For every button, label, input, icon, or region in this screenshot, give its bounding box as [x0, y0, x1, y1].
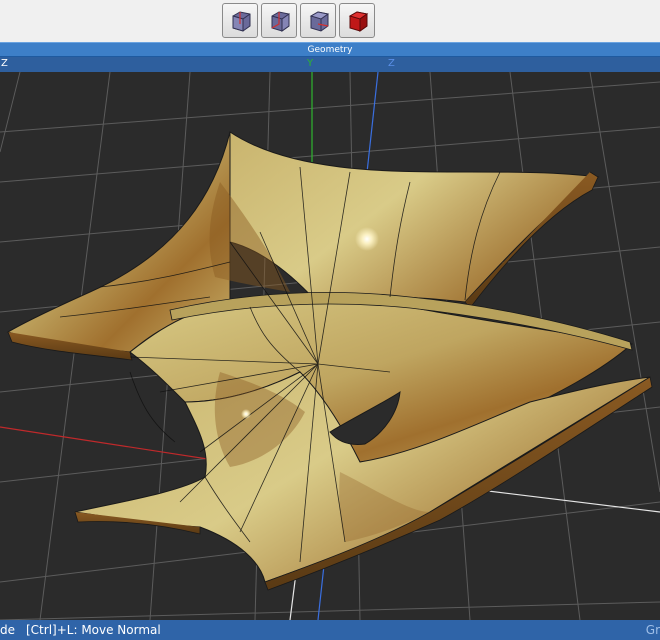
panel-titlebar: Geometry [0, 42, 660, 57]
view-solid-button[interactable] [339, 3, 375, 38]
viewport-canvas[interactable] [0, 71, 660, 621]
view-toolbar [0, 0, 660, 43]
view-top-button[interactable] [300, 3, 336, 38]
axis-x-positive-line [479, 489, 660, 513]
surface-model[interactable] [6, 131, 653, 591]
cube-view-side-icon [271, 11, 290, 32]
axis-y-label: Y [307, 58, 314, 69]
cube-view-front-icon [232, 11, 251, 32]
status-right-text: Gr [645, 623, 660, 637]
panel-title: Geometry [307, 45, 353, 55]
status-mode-text: de [0, 623, 15, 637]
status-bar: de [Ctrl]+L: Move Normal Gr [0, 620, 660, 640]
view-side-button[interactable] [261, 3, 297, 38]
view-front-button[interactable] [222, 3, 258, 38]
axis-header: Z Y Z [0, 57, 660, 72]
cube-view-top-icon [309, 11, 330, 32]
axis-z-label: Z [388, 58, 395, 69]
status-hint-text: [Ctrl]+L: Move Normal [26, 623, 161, 637]
cube-solid-red-icon [348, 11, 369, 32]
3d-viewport[interactable] [0, 71, 660, 621]
axis-left-label: Z [1, 58, 8, 69]
